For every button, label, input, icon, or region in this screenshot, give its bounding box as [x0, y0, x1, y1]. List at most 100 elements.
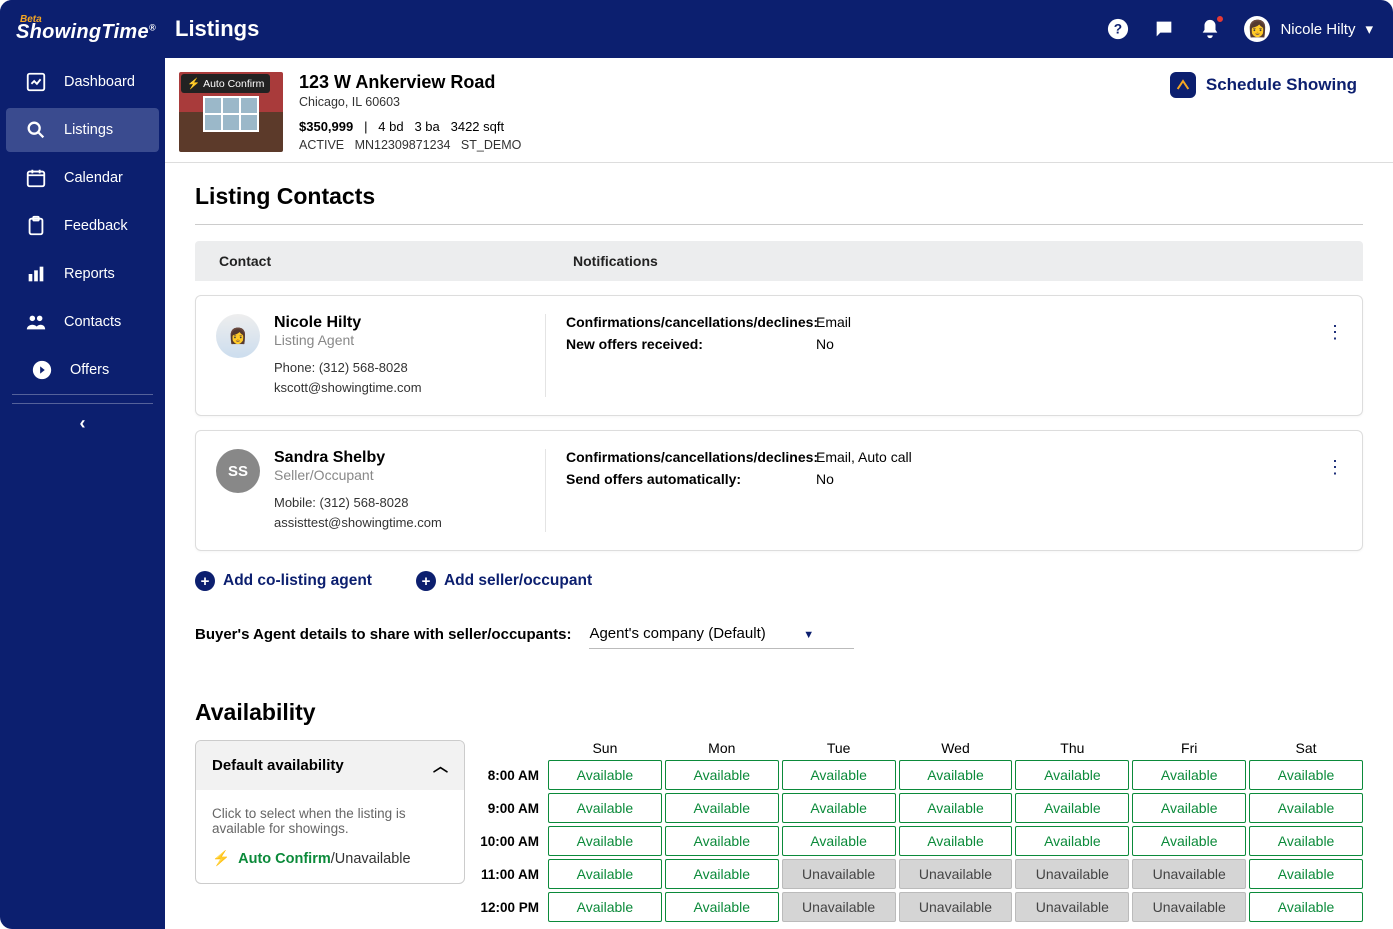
- contact-avatar: 👩: [216, 314, 260, 358]
- legend-auto-confirm[interactable]: Auto Confirm: [238, 851, 331, 867]
- listing-mls: MN12309871234: [355, 138, 451, 152]
- availability-cell[interactable]: Unavailable: [782, 859, 896, 889]
- help-icon[interactable]: ?: [1106, 17, 1130, 41]
- schedule-showing-button[interactable]: Schedule Showing: [1170, 72, 1373, 98]
- availability-cell[interactable]: Available: [548, 760, 662, 790]
- day-header: Sat: [1249, 740, 1363, 756]
- availability-row: 12:00 PMAvailableAvailableUnavailableUna…: [479, 892, 1363, 922]
- add-colisting-label: Add co-listing agent: [223, 572, 372, 590]
- contacts-col-notifications: Notifications: [573, 253, 658, 269]
- add-seller-label: Add seller/occupant: [444, 572, 592, 590]
- contact-card: SS Sandra Shelby Seller/Occupant Mobile:…: [195, 430, 1363, 551]
- availability-grid: SunMonTueWedThuFriSat8:00 AMAvailableAva…: [479, 740, 1363, 925]
- messages-icon[interactable]: [1152, 17, 1176, 41]
- day-header: Wed: [899, 740, 1013, 756]
- day-header: Sun: [548, 740, 662, 756]
- availability-cell[interactable]: Available: [1249, 760, 1363, 790]
- availability-cell[interactable]: Available: [1015, 760, 1129, 790]
- availability-cell[interactable]: Available: [1132, 760, 1246, 790]
- sidebar-item-dashboard[interactable]: Dashboard: [6, 60, 159, 104]
- sidebar-collapse-button[interactable]: ‹: [12, 403, 153, 443]
- availability-cell[interactable]: Available: [548, 859, 662, 889]
- user-menu[interactable]: 👩 Nicole Hilty ▾: [1244, 16, 1373, 42]
- contact-role: Listing Agent: [274, 332, 422, 348]
- availability-cell[interactable]: Unavailable: [899, 859, 1013, 889]
- schedule-icon: [1170, 72, 1196, 98]
- chevron-left-icon: ‹: [80, 413, 86, 434]
- availability-cell[interactable]: Unavailable: [1132, 892, 1246, 922]
- availability-cell[interactable]: Available: [899, 760, 1013, 790]
- add-colisting-agent-button[interactable]: + Add co-listing agent: [195, 571, 372, 591]
- day-header: Thu: [1015, 740, 1129, 756]
- availability-row: 8:00 AMAvailableAvailableAvailableAvaila…: [479, 760, 1363, 790]
- contact-menu-button[interactable]: ⋮: [1326, 457, 1344, 478]
- availability-cell[interactable]: Available: [899, 793, 1013, 823]
- availability-cell[interactable]: Available: [782, 760, 896, 790]
- chevron-down-icon: ▾: [1365, 20, 1373, 38]
- contact-card: 👩 Nicole Hilty Listing Agent Phone: (312…: [195, 295, 1363, 416]
- availability-cell[interactable]: Available: [665, 793, 779, 823]
- chevron-down-icon: ▼: [803, 629, 814, 641]
- people-icon: [24, 310, 48, 334]
- listing-office: ST_DEMO: [461, 138, 521, 152]
- contact-avatar: SS: [216, 449, 260, 493]
- calendar-icon: [24, 166, 48, 190]
- availability-cell[interactable]: Unavailable: [1132, 859, 1246, 889]
- sidebar-item-listings[interactable]: Listings: [6, 108, 159, 152]
- availability-cell[interactable]: Available: [548, 892, 662, 922]
- availability-cell[interactable]: Available: [899, 826, 1013, 856]
- availability-cell[interactable]: Available: [548, 793, 662, 823]
- share-select[interactable]: Agent's company (Default) ▼: [589, 619, 854, 649]
- availability-cell[interactable]: Available: [1249, 859, 1363, 889]
- logo[interactable]: Beta ShowingTime®: [0, 14, 165, 44]
- availability-cell[interactable]: Available: [548, 826, 662, 856]
- availability-cell[interactable]: Available: [782, 793, 896, 823]
- notif-value: No: [816, 336, 834, 352]
- availability-cell[interactable]: Available: [782, 826, 896, 856]
- schedule-label: Schedule Showing: [1206, 75, 1357, 95]
- sidebar-item-label: Calendar: [64, 170, 123, 186]
- sidebar-item-offers[interactable]: Offers: [12, 348, 153, 392]
- listing-header: ⚡ Auto Confirm 123 W Ankerview Road Chic…: [165, 58, 1393, 163]
- availability-cell[interactable]: Available: [1015, 826, 1129, 856]
- sidebar-item-contacts[interactable]: Contacts: [6, 300, 159, 344]
- notif-label: New offers received:: [566, 336, 816, 352]
- listing-beds: 4 bd: [378, 119, 403, 134]
- notif-value: No: [816, 471, 834, 487]
- availability-cell[interactable]: Available: [1015, 793, 1129, 823]
- notif-value: Email, Auto call: [816, 449, 912, 465]
- sidebar-item-feedback[interactable]: Feedback: [6, 204, 159, 248]
- availability-cell[interactable]: Unavailable: [782, 892, 896, 922]
- time-label: 9:00 AM: [479, 801, 545, 816]
- day-header: Tue: [782, 740, 896, 756]
- availability-cell[interactable]: Unavailable: [1015, 892, 1129, 922]
- plus-icon: +: [195, 571, 215, 591]
- availability-cell[interactable]: Available: [1249, 826, 1363, 856]
- availability-cell[interactable]: Available: [1132, 793, 1246, 823]
- sidebar-item-calendar[interactable]: Calendar: [6, 156, 159, 200]
- availability-cell[interactable]: Available: [665, 892, 779, 922]
- listing-status: ACTIVE: [299, 138, 344, 152]
- bell-icon[interactable]: [1198, 17, 1222, 41]
- availability-cell[interactable]: Unavailable: [1015, 859, 1129, 889]
- legend-unavailable: /Unavailable: [331, 851, 411, 867]
- availability-cell[interactable]: Available: [665, 760, 779, 790]
- sidebar-item-label: Reports: [64, 266, 115, 282]
- availability-cell[interactable]: Available: [665, 826, 779, 856]
- availability-cell[interactable]: Available: [665, 859, 779, 889]
- availability-cell[interactable]: Available: [1249, 892, 1363, 922]
- user-name: Nicole Hilty: [1280, 21, 1355, 38]
- plus-icon: +: [416, 571, 436, 591]
- sidebar-item-reports[interactable]: Reports: [6, 252, 159, 296]
- availability-row: 10:00 AMAvailableAvailableAvailableAvail…: [479, 826, 1363, 856]
- add-seller-occupant-button[interactable]: + Add seller/occupant: [416, 571, 592, 591]
- listing-photo[interactable]: ⚡ Auto Confirm: [179, 72, 283, 152]
- availability-cell[interactable]: Unavailable: [899, 892, 1013, 922]
- default-availability-toggle[interactable]: Default availability ︿: [196, 741, 464, 790]
- clipboard-icon: [24, 214, 48, 238]
- contact-menu-button[interactable]: ⋮: [1326, 322, 1344, 343]
- time-label: 11:00 AM: [479, 867, 545, 882]
- availability-cell[interactable]: Available: [1132, 826, 1246, 856]
- availability-title: Availability: [195, 699, 1363, 726]
- availability-cell[interactable]: Available: [1249, 793, 1363, 823]
